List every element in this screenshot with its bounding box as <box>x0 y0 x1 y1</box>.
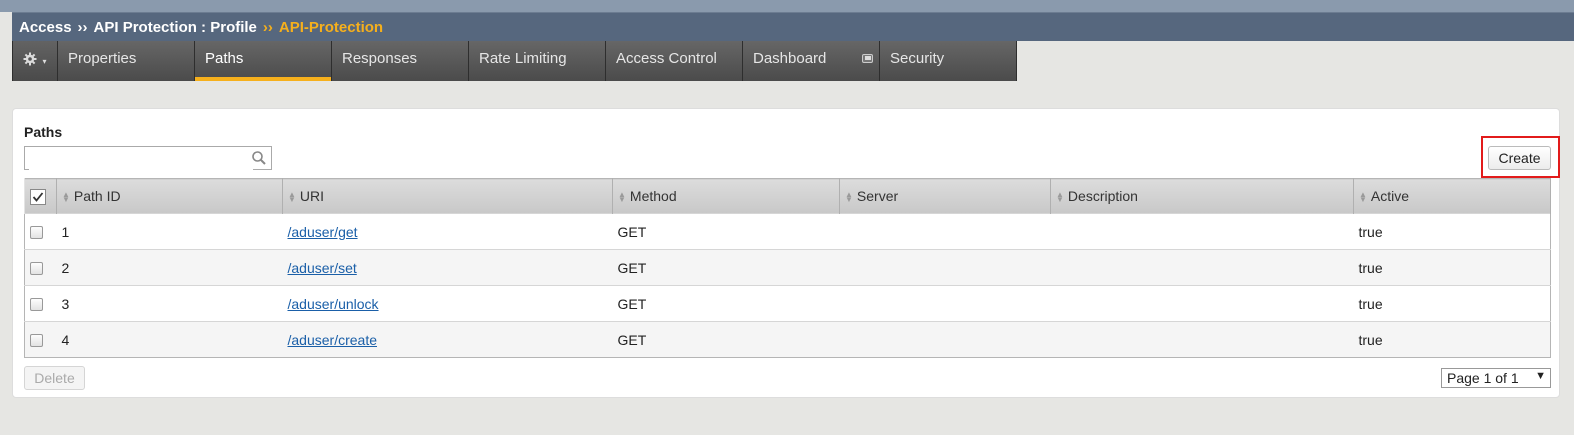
table-row: 4 /aduser/create GET true <box>24 321 1551 358</box>
sort-icon: ▲ ▼ <box>845 190 853 205</box>
tab-label: Security <box>890 50 945 67</box>
table-row: 1 /aduser/get GET true <box>24 213 1551 250</box>
column-header-server[interactable]: ▲ ▼ Server <box>839 178 1051 214</box>
breadcrumb-item-access[interactable]: Access <box>19 19 72 36</box>
path-id-cell: 3 <box>56 285 283 322</box>
tab-security[interactable]: Security <box>880 41 1017 81</box>
search-input[interactable] <box>29 148 253 170</box>
column-header-uri[interactable]: ▲ ▼ URI <box>282 178 613 214</box>
server-cell <box>839 285 1051 322</box>
tab-rate-limiting[interactable]: Rate Limiting <box>469 41 606 81</box>
tab-paths[interactable]: Paths <box>195 41 332 81</box>
breadcrumb: Access ›› API Protection : Profile ›› AP… <box>12 12 1574 41</box>
column-header-method[interactable]: ▲ ▼ Method <box>612 178 840 214</box>
chevron-down-icon: ▼ <box>1535 370 1546 382</box>
breadcrumb-item-profile[interactable]: API Protection : Profile <box>94 19 257 36</box>
active-cell: true <box>1353 249 1551 286</box>
tab-label: Access Control <box>616 50 717 67</box>
server-cell <box>839 321 1051 358</box>
gear-icon <box>23 52 37 70</box>
tab-access-control[interactable]: Access Control <box>606 41 743 81</box>
page-select-label: Page 1 of 1 <box>1447 370 1519 386</box>
method-cell: GET <box>612 213 840 250</box>
sort-icon: ▲ ▼ <box>1359 190 1367 205</box>
tab-label: Dashboard <box>753 50 827 67</box>
column-header-active[interactable]: ▲ ▼ Active <box>1353 178 1551 214</box>
description-cell <box>1050 285 1354 322</box>
paths-panel: Paths Create ▲ ▼ Path ID ▲ ▼ URI ▲ ▼ Met… <box>12 108 1560 398</box>
tab-dashboard[interactable]: Dashboard <box>743 41 880 81</box>
tab-label: Properties <box>68 50 137 67</box>
sort-icon: ▲ ▼ <box>288 190 296 205</box>
sort-icon: ▲ ▼ <box>62 190 70 205</box>
breadcrumb-separator: ›› <box>262 18 273 36</box>
active-cell: true <box>1353 285 1551 322</box>
column-header-label: Method <box>629 188 677 204</box>
column-header-description[interactable]: ▲ ▼ Description <box>1050 178 1354 214</box>
column-header-label: URI <box>299 188 325 204</box>
sort-icon: ▲ ▼ <box>1056 190 1064 205</box>
table-header-row: ▲ ▼ Path ID ▲ ▼ URI ▲ ▼ Method ▲ ▼ Server ▲ ▼ Desc… <box>24 178 1551 214</box>
description-cell <box>1050 321 1354 358</box>
popout-window-icon[interactable] <box>862 54 873 63</box>
server-cell <box>839 249 1051 286</box>
select-all-cell <box>24 178 57 214</box>
create-button[interactable]: Create <box>1488 146 1551 170</box>
tab-label: Rate Limiting <box>479 50 567 67</box>
breadcrumb-current: API-Protection <box>278 18 384 36</box>
table-row: 3 /aduser/unlock GET true <box>24 285 1551 322</box>
page-select[interactable]: Page 1 of 1 ▼ <box>1441 368 1551 388</box>
server-cell <box>839 213 1051 250</box>
method-cell: GET <box>612 321 840 358</box>
tab-responses[interactable]: Responses <box>332 41 469 81</box>
column-header-path-id[interactable]: ▲ ▼ Path ID <box>56 178 283 214</box>
method-cell: GET <box>612 249 840 286</box>
tab-label: Responses <box>342 50 418 67</box>
path-id-cell: 1 <box>56 213 283 250</box>
delete-button[interactable]: Delete <box>24 366 85 390</box>
sort-icon: ▲ ▼ <box>618 190 626 205</box>
column-header-label: Path ID <box>73 188 121 204</box>
uri-link[interactable]: /aduser/create <box>288 332 378 348</box>
path-id-cell: 4 <box>56 321 283 358</box>
breadcrumb-separator: ›› <box>77 18 88 36</box>
uri-link[interactable]: /aduser/set <box>288 260 357 276</box>
select-all-checkbox[interactable] <box>30 188 46 205</box>
table-row: 2 /aduser/set GET true <box>24 249 1551 286</box>
gear-menu-button[interactable]: ▾ <box>12 41 58 81</box>
method-cell: GET <box>612 285 840 322</box>
tab-properties[interactable]: Properties <box>58 41 195 81</box>
path-id-cell: 2 <box>56 249 283 286</box>
tab-label: Paths <box>205 50 244 67</box>
uri-link[interactable]: /aduser/get <box>288 224 358 240</box>
chevron-down-icon: ▾ <box>42 56 47 66</box>
active-cell: true <box>1353 213 1551 250</box>
search-box <box>24 146 272 170</box>
column-header-label: Description <box>1067 188 1138 204</box>
description-cell <box>1050 249 1354 286</box>
column-header-label: Active <box>1370 188 1410 204</box>
row-checkbox[interactable] <box>30 262 43 276</box>
row-checkbox[interactable] <box>30 334 43 348</box>
paths-table: ▲ ▼ Path ID ▲ ▼ URI ▲ ▼ Method ▲ ▼ Server ▲ ▼ Desc… <box>24 178 1551 358</box>
active-cell: true <box>1353 321 1551 358</box>
description-cell <box>1050 213 1354 250</box>
tab-bar: ▾ Properties Paths Responses Rate Limiti… <box>12 41 1017 81</box>
panel-title: Paths <box>24 124 63 140</box>
row-checkbox[interactable] <box>30 226 43 240</box>
column-header-label: Server <box>856 188 899 204</box>
row-checkbox[interactable] <box>30 298 43 312</box>
search-icon[interactable] <box>251 150 267 166</box>
uri-link[interactable]: /aduser/unlock <box>288 296 379 312</box>
top-strip <box>0 0 1574 12</box>
